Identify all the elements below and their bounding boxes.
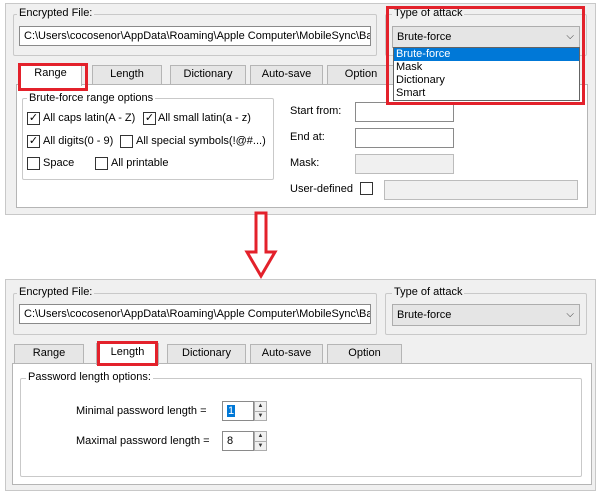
space-label: Space <box>43 157 75 169</box>
min-length-label: Minimal password length = <box>76 405 207 417</box>
min-length-value: 1 <box>227 405 236 417</box>
min-length-stepper[interactable]: ▲ ▼ <box>254 401 267 421</box>
mask-field <box>355 154 454 174</box>
top-tab-dictionary[interactable]: Dictionary <box>170 65 246 84</box>
mask-label: Mask: <box>290 157 320 169</box>
top-tab-option[interactable]: Option <box>327 65 395 84</box>
bottom-tab-range[interactable]: Range <box>14 344 84 363</box>
max-length-field[interactable]: 8 <box>222 431 254 451</box>
max-length-stepper[interactable]: ▲ ▼ <box>254 431 267 451</box>
stepper-up-icon[interactable]: ▲ <box>255 432 266 441</box>
arrow-down-icon <box>244 211 278 279</box>
user-defined-checkbox[interactable] <box>360 182 373 195</box>
user-defined-field <box>384 180 578 200</box>
space-checkbox[interactable] <box>27 157 40 170</box>
top-tab-auto-save[interactable]: Auto-save <box>250 65 323 84</box>
caps-checkbox[interactable]: ✓ <box>27 112 40 125</box>
stepper-down-icon[interactable]: ▼ <box>255 441 266 451</box>
end-at-label: End at: <box>290 131 325 143</box>
top-tab-length[interactable]: Length <box>92 65 162 84</box>
special-label: All special symbols(!@#...) <box>136 135 266 147</box>
bottom-encrypted-label: Encrypted File: <box>17 286 95 298</box>
digits-label: All digits(0 - 9) <box>43 135 114 147</box>
start-from-label: Start from: <box>290 105 342 117</box>
stepper-up-icon[interactable]: ▲ <box>255 402 266 411</box>
chevron-down-icon: ⌵ <box>566 309 574 320</box>
end-at-field[interactable] <box>355 128 454 148</box>
bottom-file-path-field[interactable]: C:\Users\cocosenor\AppData\Roaming\Apple… <box>19 304 371 324</box>
printable-checkbox[interactable] <box>95 157 108 170</box>
bottom-attack-select[interactable]: Brute-force ⌵ <box>392 304 580 326</box>
user-defined-label: User-defined <box>290 183 353 195</box>
stepper-down-icon[interactable]: ▼ <box>255 411 266 421</box>
length-tab-highlight-box <box>97 341 158 366</box>
attack-highlight-box <box>386 6 585 105</box>
min-length-field[interactable]: 1 <box>222 401 254 421</box>
range-options-label: Brute-force range options <box>27 92 156 104</box>
caps-label: All caps latin(A - Z) <box>43 112 136 124</box>
range-tab-highlight-box <box>18 63 88 91</box>
bottom-attack-select-value: Brute-force <box>397 309 452 321</box>
length-options-group <box>20 378 582 477</box>
top-encrypted-label: Encrypted File: <box>17 7 95 19</box>
bottom-attack-label: Type of attack <box>392 286 465 298</box>
start-from-field[interactable] <box>355 102 454 122</box>
printable-label: All printable <box>111 157 169 169</box>
small-label: All small latin(a - z) <box>158 112 251 124</box>
bottom-tab-auto-save[interactable]: Auto-save <box>250 344 323 363</box>
small-checkbox[interactable]: ✓ <box>143 112 156 125</box>
special-checkbox[interactable] <box>120 135 133 148</box>
max-length-label: Maximal password length = <box>76 435 210 447</box>
bottom-tab-option[interactable]: Option <box>327 344 402 363</box>
digits-checkbox[interactable]: ✓ <box>27 135 40 148</box>
bottom-tab-dictionary[interactable]: Dictionary <box>167 344 246 363</box>
top-file-path-field[interactable]: C:\Users\cocosenor\AppData\Roaming\Apple… <box>19 26 371 46</box>
length-options-label: Password length options: <box>26 371 153 383</box>
